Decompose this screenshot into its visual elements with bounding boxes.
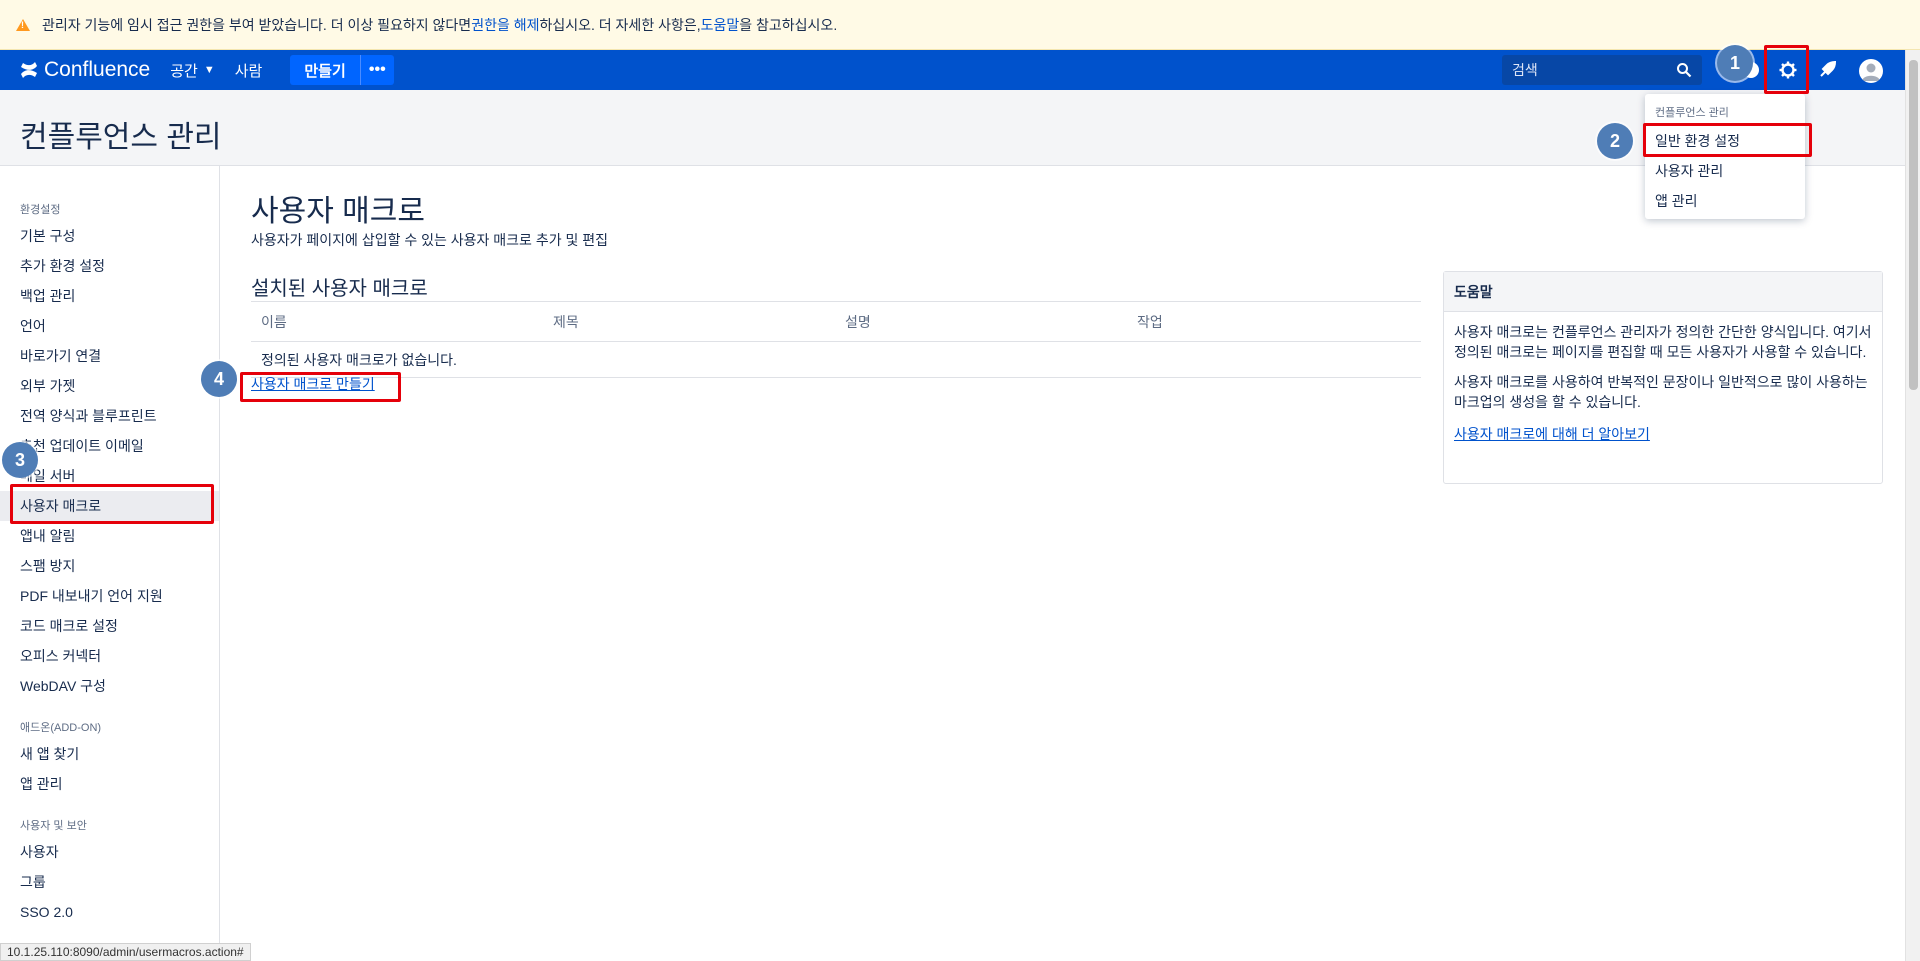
sidebar-item-external-gadgets[interactable]: 외부 가젯 xyxy=(0,371,219,401)
dropdown-heading: 컨플루언스 관리 xyxy=(1655,107,1729,119)
step-badge-4: 4 xyxy=(201,361,237,397)
highlight-gear xyxy=(1764,45,1809,94)
sidebar-item-users[interactable]: 사용자 xyxy=(0,837,219,867)
sidebar-item-further-config[interactable]: 추가 환경 설정 xyxy=(0,251,219,281)
top-navbar: Confluence 공간 ▼ 사람 만들기 ••• 검색 xyxy=(0,50,1920,90)
highlight-create-macro xyxy=(240,372,401,402)
sidebar-section-users-security: 사용자 및 보안 xyxy=(20,820,87,832)
sidebar-item-pdf-export-language[interactable]: PDF 내보내기 언어 지원 xyxy=(0,581,219,611)
sidebar-item-global-templates[interactable]: 전역 양식과 블루프린트 xyxy=(0,401,219,431)
help-panel-title: 도움말 xyxy=(1444,272,1882,312)
banner-help-link[interactable]: 도움말 xyxy=(701,15,740,35)
sidebar-item-manage-apps[interactable]: 앱 관리 xyxy=(0,769,219,799)
banner-text-mid: 하십시오. 더 자세한 사항은, xyxy=(539,16,701,33)
search-input[interactable]: 검색 xyxy=(1502,55,1702,85)
admin-sidebar: 환경설정 기본 구성 추가 환경 설정 백업 관리 언어 바로가기 연결 외부 … xyxy=(0,166,220,961)
page-scrollbar[interactable] xyxy=(1905,50,1920,961)
content-description: 사용자가 페이지에 삽입할 수 있는 사용자 매크로 추가 및 편집 xyxy=(251,232,609,248)
sidebar-section-settings: 환경설정 xyxy=(20,204,61,216)
sidebar-item-groups[interactable]: 그룹 xyxy=(0,867,219,897)
chevron-down-icon: ▼ xyxy=(203,64,215,76)
content-title: 사용자 매크로 xyxy=(251,195,425,228)
sidebar-item-language[interactable]: 언어 xyxy=(0,311,219,341)
table-row-empty: 정의된 사용자 매크로가 없습니다. xyxy=(251,342,1421,378)
column-header-description: 설명 xyxy=(845,313,871,330)
page-title: 컨플루언스 관리 xyxy=(20,121,222,154)
sidebar-item-find-new-apps[interactable]: 새 앱 찾기 xyxy=(0,739,219,769)
more-create-button[interactable]: ••• xyxy=(359,55,394,85)
admin-access-banner: 관리자 기능에 임시 접근 권한을 부여 받았습니다. 더 이상 필요하지 않다… xyxy=(0,0,1920,50)
release-permission-link[interactable]: 권한을 해제 xyxy=(471,15,539,35)
table-header: 이름 제목 설명 작업 xyxy=(251,302,1421,342)
highlight-user-macros xyxy=(10,484,214,524)
help-paragraph-1: 사용자 매크로는 컨플루언스 관리자가 정의한 간단한 양식입니다. 여기서 정… xyxy=(1454,324,1872,360)
search-placeholder: 검색 xyxy=(1512,62,1538,78)
spaces-label: 공간 xyxy=(170,62,198,80)
step-badge-3: 3 xyxy=(2,442,38,478)
dropdown-item-manage-apps[interactable]: 앱 관리 xyxy=(1645,186,1805,216)
sidebar-item-webdav[interactable]: WebDAV 구성 xyxy=(0,671,219,701)
highlight-general-config xyxy=(1643,123,1812,157)
create-button[interactable]: 만들기 xyxy=(290,55,360,85)
brand-name: Confluence xyxy=(44,58,151,81)
column-header-title: 제목 xyxy=(553,313,579,330)
warning-icon xyxy=(16,18,30,31)
installed-macros-heading: 설치된 사용자 매크로 xyxy=(251,278,428,300)
browser-status-url: 10.1.25.110:8090/admin/usermacros.action… xyxy=(0,943,251,961)
confluence-logo-icon xyxy=(21,62,37,78)
scrollbar-thumb[interactable] xyxy=(1909,60,1918,390)
sidebar-item-sso[interactable]: SSO 2.0 xyxy=(0,897,219,927)
help-paragraph-2: 사용자 매크로를 사용하여 반복적인 문장이나 일반적으로 많이 사용하는 마크… xyxy=(1454,374,1868,410)
sidebar-section-addons: 애드온(ADD-ON) xyxy=(20,722,102,734)
people-link[interactable]: 사람 xyxy=(235,60,263,81)
confluence-logo-link[interactable]: Confluence xyxy=(20,58,150,82)
search-icon[interactable] xyxy=(1676,62,1692,78)
step-badge-2: 2 xyxy=(1597,123,1633,159)
dropdown-item-user-management[interactable]: 사용자 관리 xyxy=(1645,156,1805,186)
sidebar-item-code-macro[interactable]: 코드 매크로 설정 xyxy=(0,611,219,641)
banner-text-before: 관리자 기능에 임시 접근 권한을 부여 받았습니다. 더 이상 필요하지 않다… xyxy=(42,16,472,33)
user-avatar[interactable] xyxy=(1859,59,1883,83)
spaces-menu[interactable]: 공간 ▼ xyxy=(170,60,215,81)
sidebar-item-shortcut-links[interactable]: 바로가기 연결 xyxy=(0,341,219,371)
column-header-name: 이름 xyxy=(261,313,287,330)
sidebar-item-backup[interactable]: 백업 관리 xyxy=(0,281,219,311)
sidebar-item-office-connector[interactable]: 오피스 커넥터 xyxy=(0,641,219,671)
banner-text-after: 을 참고하십시오. xyxy=(739,16,838,33)
help-panel: 도움말 사용자 매크로는 컨플루언스 관리자가 정의한 간단한 양식입니다. 여… xyxy=(1443,271,1883,484)
column-header-operations: 작업 xyxy=(1137,313,1163,330)
user-macros-table: 이름 제목 설명 작업 정의된 사용자 매크로가 없습니다. xyxy=(251,301,1421,378)
sidebar-item-spam-prevention[interactable]: 스팸 방지 xyxy=(0,551,219,581)
learn-more-link[interactable]: 사용자 매크로에 대해 더 알아보기 xyxy=(1454,424,1872,444)
step-badge-1: 1 xyxy=(1717,45,1753,81)
sidebar-item-in-app-notifications[interactable]: 앱내 알림 xyxy=(0,521,219,551)
sidebar-item-general-config[interactable]: 기본 구성 xyxy=(0,221,219,251)
notifications-icon[interactable] xyxy=(1816,59,1838,81)
